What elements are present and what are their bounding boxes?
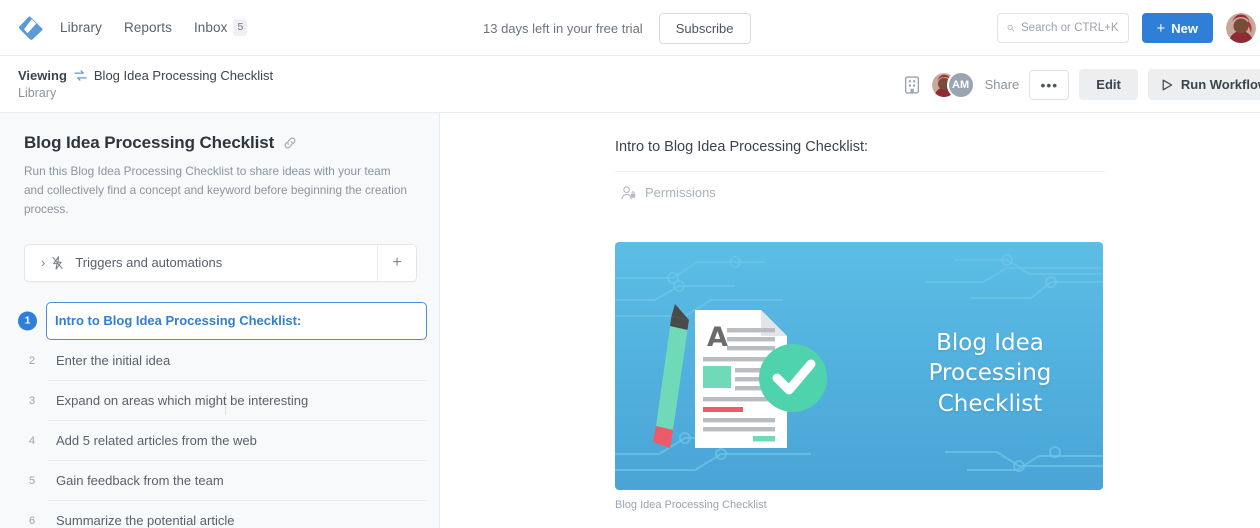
search-input[interactable]: Search or CTRL+K — [996, 13, 1129, 43]
task-list: 1 Intro to Blog Idea Processing Checklis… — [0, 301, 439, 528]
check-circle-icon — [759, 344, 827, 412]
task-item-4[interactable]: 4 Add 5 related articles from the web — [0, 421, 439, 461]
triggers-label: Triggers and automations — [75, 255, 223, 271]
viewing-label: Viewing — [18, 68, 67, 83]
workflow-swap-icon — [74, 70, 87, 81]
image-caption: Blog Idea Processing Checklist — [615, 499, 767, 511]
trial-days-text: 13 days left in your free trial — [483, 20, 643, 36]
edit-button[interactable]: Edit — [1079, 69, 1138, 100]
task-body: Summarize the potential article — [48, 501, 427, 528]
chevron-right-icon[interactable]: › — [25, 255, 51, 270]
task-body: Gain feedback from the team — [48, 461, 427, 501]
permissions-label: Permissions — [645, 185, 716, 200]
share-button[interactable]: Share — [985, 77, 1020, 92]
banner-title-line1: Blog Idea — [936, 330, 1044, 356]
link-icon[interactable] — [283, 136, 297, 150]
collaborator-avatars: AM — [929, 70, 975, 99]
task-body: Intro to Blog Idea Processing Checklist: — [46, 301, 427, 340]
task-label: Add 5 related articles from the web — [56, 432, 257, 448]
nav-item-reports[interactable]: Reports — [124, 20, 172, 35]
process-street-logo[interactable] — [18, 15, 44, 41]
breadcrumb-primary-row: Viewing Blog Idea Processing Checklist — [18, 68, 273, 83]
logo-container[interactable] — [12, 15, 50, 41]
task-number: 5 — [28, 474, 36, 487]
workflow-description: Run this Blog Idea Processing Checklist … — [24, 164, 407, 217]
task-item-1[interactable]: 1 Intro to Blog Idea Processing Checklis… — [0, 301, 439, 341]
add-trigger-button[interactable]: + — [377, 244, 416, 281]
collaborator-avatar-initials[interactable]: AM — [946, 70, 975, 99]
plus-icon: + — [1156, 19, 1166, 37]
task-body: Expand on areas which might be interesti… — [48, 381, 427, 421]
user-avatar[interactable] — [1226, 13, 1256, 43]
nav-item-library[interactable]: Library — [60, 20, 102, 35]
task-number: 3 — [28, 394, 36, 407]
toolbar-actions: AM Share ••• Edit Run Workflow — [904, 56, 1260, 113]
workflow-title: Blog Idea Processing Checklist — [24, 133, 275, 152]
search-icon — [1007, 24, 1014, 32]
permissions-icon — [621, 185, 636, 199]
triggers-and-automations-row[interactable]: › Triggers and automations + — [24, 243, 417, 282]
task-number: 6 — [28, 514, 36, 527]
workflow-banner-image[interactable]: A Blog Idea Processing Checklist — [615, 242, 1103, 490]
inbox-count-badge: 5 — [233, 19, 248, 36]
task-number-badge: 1 — [18, 311, 37, 331]
breadcrumb-location[interactable]: Library — [18, 86, 273, 100]
organization-icon[interactable] — [904, 75, 920, 94]
run-workflow-label: Run Workflow — [1180, 77, 1260, 92]
run-workflow-button[interactable]: Run Workflow — [1147, 69, 1260, 100]
task-label: Expand on areas which might be interesti… — [56, 392, 309, 408]
banner-title: Blog Idea Processing Checklist — [877, 328, 1103, 419]
topbar-right-actions: Search or CTRL+K + New — [996, 0, 1260, 56]
subscribe-button[interactable]: Subscribe — [658, 12, 751, 44]
task-label: Summarize the potential article — [56, 512, 235, 528]
search-placeholder-text: Search or CTRL+K — [1021, 22, 1119, 34]
breadcrumb-doc-title[interactable]: Blog Idea Processing Checklist — [94, 68, 273, 83]
workflow-title-row: Blog Idea Processing Checklist — [0, 133, 439, 153]
task-body: Add 5 related articles from the web — [48, 421, 427, 461]
main-content: Blog Idea Processing Checklist Run this … — [0, 113, 1260, 528]
play-icon — [1162, 79, 1173, 90]
more-options-button[interactable]: ••• — [1029, 69, 1070, 100]
banner-title-line2: Processing Checklist — [928, 360, 1052, 417]
nav-label-reports: Reports — [123, 20, 172, 35]
task-image-block: A Blog Idea Processing Checklist Blog Id… — [615, 242, 1105, 511]
task-number: 2 — [28, 354, 36, 367]
lightning-bolt-icon — [51, 255, 64, 270]
nav-label-library: Library — [60, 20, 102, 35]
new-button[interactable]: + New — [1141, 13, 1213, 43]
task-detail-inner: Intro to Blog Idea Processing Checklist:… — [615, 139, 1105, 511]
task-label: Gain feedback from the team — [56, 472, 224, 488]
task-detail-title: Intro to Blog Idea Processing Checklist: — [615, 139, 869, 155]
task-number: 4 — [28, 434, 36, 447]
task-item-6[interactable]: 6 Summarize the potential article — [0, 501, 439, 528]
document-letter: A — [707, 322, 728, 353]
nav-label-inbox: Inbox — [193, 20, 228, 35]
task-item-3[interactable]: 3 Expand on areas which might be interes… — [0, 381, 439, 421]
pencil-icon — [653, 304, 689, 448]
permissions-row[interactable]: Permissions — [615, 172, 1105, 200]
task-detail-panel: Intro to Blog Idea Processing Checklist:… — [440, 113, 1260, 528]
trial-notice: 13 days left in your free trial Subscrib… — [483, 0, 751, 56]
primary-nav: Library Reports Inbox 5 — [60, 19, 248, 36]
workflow-sidebar: Blog Idea Processing Checklist Run this … — [0, 113, 440, 528]
nav-item-inbox[interactable]: Inbox 5 — [193, 19, 248, 36]
task-label: Enter the initial idea — [56, 352, 171, 368]
avatar-image — [1226, 13, 1256, 43]
task-item-5[interactable]: 5 Gain feedback from the team — [0, 461, 439, 501]
task-item-2[interactable]: 2 Enter the initial idea — [0, 341, 439, 381]
document-toolbar: Viewing Blog Idea Processing Checklist L… — [0, 56, 1260, 113]
top-navigation-bar: Library Reports Inbox 5 13 days left in … — [0, 0, 1260, 56]
task-label: Intro to Blog Idea Processing Checklist: — [55, 313, 302, 329]
new-button-label: New — [1171, 20, 1198, 36]
breadcrumb: Viewing Blog Idea Processing Checklist L… — [18, 68, 273, 100]
task-body: Enter the initial idea — [48, 341, 427, 381]
